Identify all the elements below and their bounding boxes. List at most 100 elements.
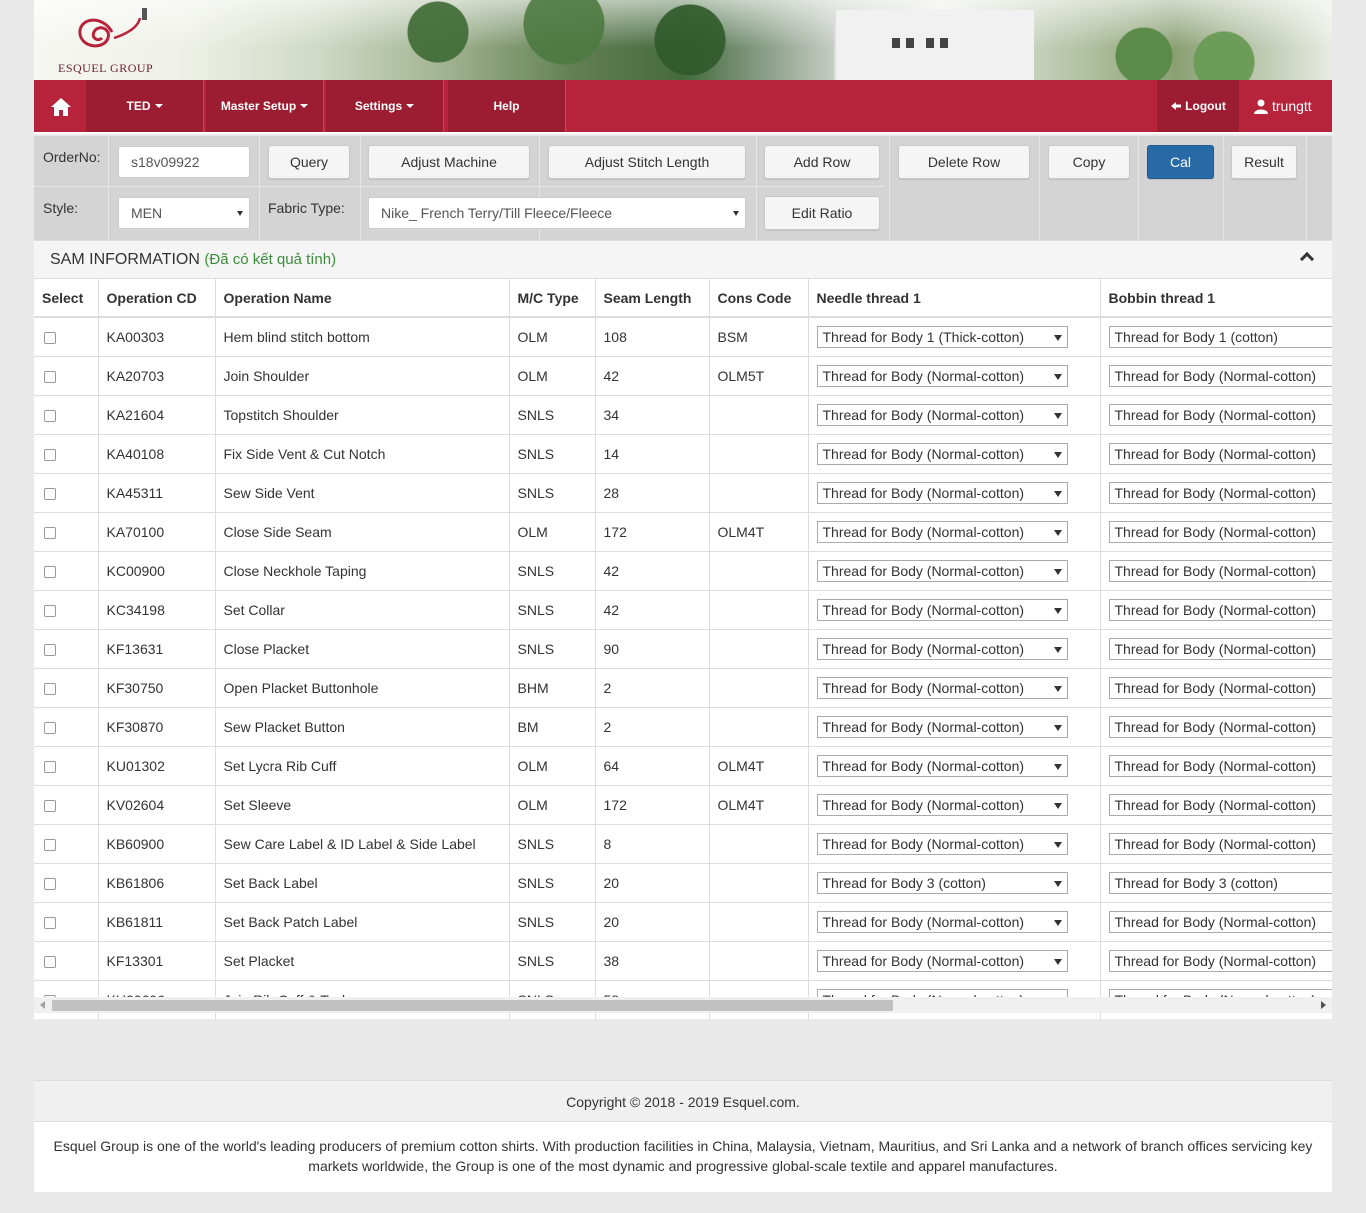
edit-ratio-button[interactable]: Edit Ratio (764, 196, 880, 230)
order-no-input[interactable]: s18v09922 (118, 146, 250, 178)
row-select-checkbox[interactable] (44, 799, 56, 812)
row-select-checkbox[interactable] (44, 409, 56, 422)
bobbin-thread-select[interactable]: Thread for Body 1 (cotton) (1108, 325, 1332, 348)
bobbin-thread-select[interactable]: Thread for Body (Normal-cotton) (1108, 910, 1332, 933)
needle-thread-select[interactable]: Thread for Body 3 (cotton) (816, 871, 1068, 894)
adjust-machine-button[interactable]: Adjust Machine (368, 145, 530, 179)
bobbin-thread-select[interactable]: Thread for Body 3 (cotton) (1108, 871, 1332, 894)
nav-help[interactable]: Help (448, 80, 566, 132)
row-select-checkbox[interactable] (44, 760, 56, 773)
seam-length-cell: 2 (595, 707, 710, 747)
row-select-checkbox[interactable] (44, 526, 56, 539)
row-select-checkbox[interactable] (44, 643, 56, 656)
bobbin-thread-select[interactable]: Thread for Body (Normal-cotton) (1108, 715, 1332, 738)
bobbin-thread-select[interactable]: Thread for Body (Normal-cotton) (1108, 676, 1332, 699)
row-select-checkbox[interactable] (44, 877, 56, 890)
row-select-checkbox[interactable] (44, 448, 56, 461)
row-select-cell (34, 863, 99, 903)
row-select-checkbox[interactable] (44, 721, 56, 734)
panel-header[interactable]: SAM INFORMATION (Đã có kết quả tính) (34, 241, 1332, 279)
row-select-checkbox[interactable] (44, 487, 56, 500)
needle-thread-select[interactable]: Thread for Body (Normal-cotton) (816, 364, 1068, 387)
nav-settings[interactable]: Settings (326, 80, 444, 132)
cons-code-cell: OLM4T (709, 512, 809, 552)
needle-thread-select[interactable]: Thread for Body (Normal-cotton) (816, 520, 1068, 543)
scroll-right-icon[interactable] (1321, 1001, 1326, 1009)
row-select-checkbox[interactable] (44, 955, 56, 968)
needle-thread-value: Thread for Body (Normal-cotton) (822, 406, 1025, 423)
bobbin-thread-select[interactable]: Thread for Body (Normal-cotton) (1108, 481, 1332, 504)
row-select-checkbox[interactable] (44, 604, 56, 617)
row-select-checkbox[interactable] (44, 565, 56, 578)
row-select-checkbox[interactable] (44, 682, 56, 695)
cal-button[interactable]: Cal (1147, 145, 1214, 179)
query-button[interactable]: Query (268, 145, 350, 179)
scroll-left-icon[interactable] (40, 1001, 45, 1009)
col-header-cons-code[interactable]: Cons Code (709, 279, 809, 318)
needle-thread-value: Thread for Body (Normal-cotton) (822, 445, 1025, 462)
needle-thread-select[interactable]: Thread for Body (Normal-cotton) (816, 442, 1068, 465)
bobbin-thread-cell: Thread for Body (Normal-cotton) (1100, 941, 1332, 981)
bobbin-thread-select[interactable]: Thread for Body (Normal-cotton) (1108, 559, 1332, 582)
needle-thread-select[interactable]: Thread for Body (Normal-cotton) (816, 403, 1068, 426)
needle-thread-select[interactable]: Thread for Body (Normal-cotton) (816, 754, 1068, 777)
nav-master-setup[interactable]: Master Setup (206, 80, 324, 132)
row-select-checkbox[interactable] (44, 332, 56, 345)
nav-ted-label: TED (126, 99, 151, 113)
copy-button[interactable]: Copy (1048, 145, 1130, 179)
operation-name-cell: Set Sleeve (215, 785, 510, 825)
adjust-stitch-length-button[interactable]: Adjust Stitch Length (548, 145, 746, 179)
home-button[interactable] (36, 80, 86, 134)
needle-thread-select[interactable]: Thread for Body (Normal-cotton) (816, 715, 1068, 738)
row-select-checkbox[interactable] (44, 838, 56, 851)
bobbin-thread-select[interactable]: Thread for Body (Normal-cotton) (1108, 598, 1332, 621)
caret-down-icon (406, 104, 415, 108)
needle-thread-select[interactable]: Thread for Body (Normal-cotton) (816, 598, 1068, 621)
bobbin-thread-select[interactable]: Thread for Body (Normal-cotton) (1108, 949, 1332, 972)
col-header-needle-thread-1[interactable]: Needle thread 1 (808, 279, 1101, 318)
style-select[interactable]: MEN (118, 197, 250, 229)
operation-name-cell: Sew Side Vent (215, 473, 510, 513)
needle-thread-select[interactable]: Thread for Body (Normal-cotton) (816, 481, 1068, 504)
user-menu[interactable]: trungtt (1254, 80, 1312, 132)
result-button[interactable]: Result (1231, 145, 1297, 179)
bobbin-thread-select[interactable]: Thread for Body (Normal-cotton) (1108, 832, 1332, 855)
col-header-bobbin-thread-1[interactable]: Bobbin thread 1 (1100, 279, 1332, 318)
bobbin-thread-select[interactable]: Thread for Body (Normal-cotton) (1108, 520, 1332, 543)
mc-type-cell: SNLS (509, 473, 596, 513)
bobbin-thread-select[interactable]: Thread for Body (Normal-cotton) (1108, 754, 1332, 777)
needle-thread-select[interactable]: Thread for Body (Normal-cotton) (816, 676, 1068, 699)
dropdown-arrow-icon (1053, 919, 1062, 926)
bobbin-thread-select[interactable]: Thread for Body (Normal-cotton) (1108, 793, 1332, 816)
bobbin-thread-select[interactable]: Thread for Body (Normal-cotton) (1108, 637, 1332, 660)
needle-thread-select[interactable]: Thread for Body (Normal-cotton) (816, 793, 1068, 816)
row-select-cell (34, 941, 99, 981)
add-row-button[interactable]: Add Row (764, 145, 880, 179)
nav-ted[interactable]: TED (86, 80, 204, 132)
horizontal-scrollbar[interactable] (34, 997, 1332, 1013)
col-header-operation-name[interactable]: Operation Name (215, 279, 510, 318)
needle-thread-select[interactable]: Thread for Body (Normal-cotton) (816, 910, 1068, 933)
col-header-mc-type[interactable]: M/C Type (509, 279, 596, 318)
bobbin-thread-cell: Thread for Body (Normal-cotton) (1100, 746, 1332, 786)
seam-length-cell: 42 (595, 356, 710, 396)
fabric-type-select[interactable]: Nike_ French Terry/Till Fleece/Fleece (368, 197, 746, 229)
bobbin-thread-select[interactable]: Thread for Body (Normal-cotton) (1108, 442, 1332, 465)
bobbin-thread-select[interactable]: Thread for Body (Normal-cotton) (1108, 364, 1332, 387)
row-select-checkbox[interactable] (44, 916, 56, 929)
needle-thread-select[interactable]: Thread for Body 1 (Thick-cotton) (816, 325, 1068, 348)
logout-button[interactable]: Logout (1157, 80, 1239, 132)
needle-thread-select[interactable]: Thread for Body (Normal-cotton) (816, 949, 1068, 972)
scrollbar-thumb[interactable] (52, 1000, 893, 1011)
delete-row-button[interactable]: Delete Row (898, 145, 1030, 179)
bobbin-thread-select[interactable]: Thread for Body (Normal-cotton) (1108, 403, 1332, 426)
col-header-select: Select (34, 279, 99, 318)
operation-cd-cell: KC00900 (98, 551, 216, 591)
col-header-seam-length[interactable]: Seam Length (595, 279, 710, 318)
needle-thread-select[interactable]: Thread for Body (Normal-cotton) (816, 832, 1068, 855)
needle-thread-select[interactable]: Thread for Body (Normal-cotton) (816, 637, 1068, 660)
col-header-operation-cd[interactable]: Operation CD (98, 279, 216, 318)
chevron-up-icon[interactable] (1299, 251, 1315, 267)
needle-thread-select[interactable]: Thread for Body (Normal-cotton) (816, 559, 1068, 582)
row-select-checkbox[interactable] (44, 370, 56, 383)
